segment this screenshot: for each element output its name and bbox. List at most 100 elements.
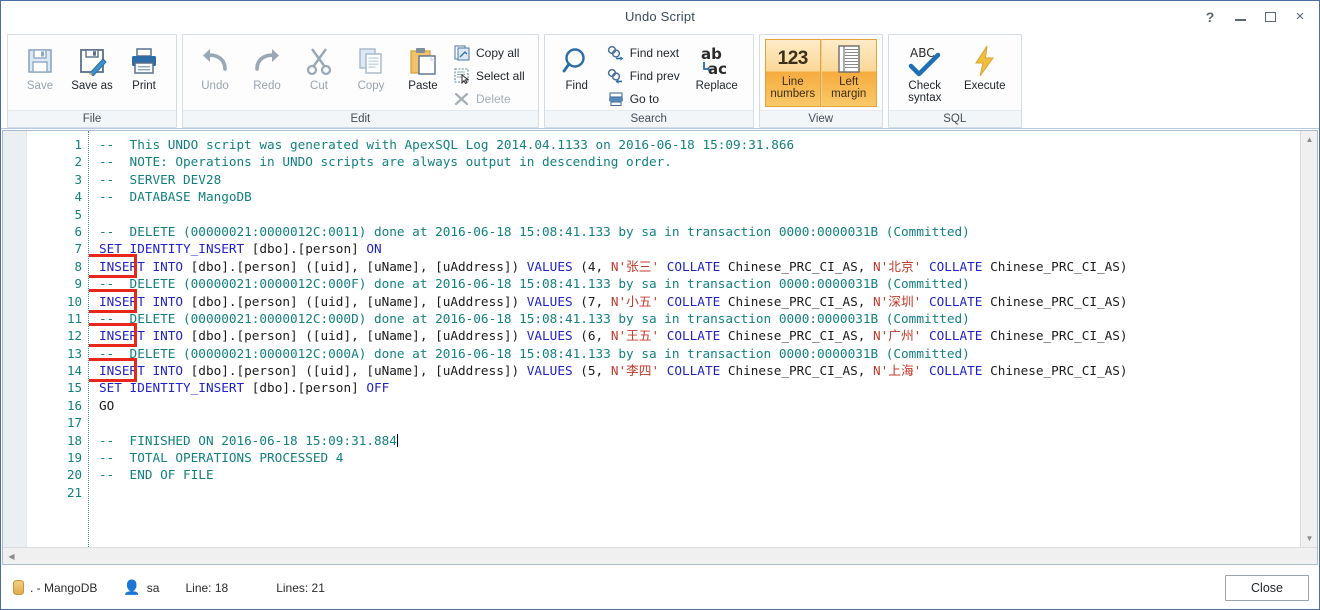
code-token-pl: (4, — [572, 258, 611, 274]
scroll-up-arrow-icon[interactable]: ▲ — [1301, 131, 1317, 148]
line-number: 16 — [66, 397, 82, 413]
cut-button-label: Cut — [310, 80, 328, 92]
replace-button[interactable]: ab ac Replace — [687, 39, 747, 93]
delete-icon — [453, 90, 471, 107]
find-prev-button-label: Find prev — [629, 68, 680, 83]
print-button[interactable]: Print — [118, 39, 170, 93]
ribbon-group-search: Find Find next Find prev Go to ab ac Rep… — [543, 34, 754, 128]
copy-all-button-label: Copy all — [476, 45, 520, 60]
line-number: 6 — [74, 223, 82, 239]
close-dialog-button[interactable]: Close — [1225, 574, 1309, 601]
magnifier-icon — [561, 43, 593, 79]
save-button-label: Save — [26, 80, 54, 92]
execute-button[interactable]: Execute — [955, 39, 1015, 93]
find-button[interactable]: Find — [551, 39, 603, 93]
ribbon-group-file-label: File — [8, 110, 176, 127]
save-icon — [25, 43, 55, 79]
code-token-pl: Chinese_PRC_CI_AS) — [982, 363, 1128, 379]
edit-small-buttons: Copy all Select all Delete — [449, 39, 532, 110]
copy-button[interactable]: Copy — [345, 39, 397, 93]
code-token-cm: -- DELETE (00000021:0000012C:000A) done … — [99, 345, 970, 361]
editor-vertical-scrollbar[interactable]: ▲ ▼ — [1300, 131, 1317, 547]
code-token-st: N'上海' — [873, 363, 922, 379]
execute-button-label: Execute — [963, 80, 1006, 92]
minimize-button[interactable] — [1225, 4, 1255, 30]
code-token-pl: Chinese_PRC_CI_AS, — [720, 258, 874, 274]
check-syntax-button[interactable]: ABC Check syntax — [895, 39, 955, 105]
find-next-button[interactable]: Find next — [603, 41, 687, 64]
code-token-pl: (7, — [572, 293, 611, 309]
ribbon-group-search-label: Search — [544, 110, 753, 127]
code-token-kw: SET IDENTITY_INSERT — [99, 380, 245, 396]
go-to-icon — [607, 90, 625, 107]
redo-button[interactable]: Redo — [241, 39, 293, 93]
code-token-pl: Chinese_PRC_CI_AS) — [982, 293, 1128, 309]
ribbon-toolbar: Save Save as Print File Undo Redo Cut Co… — [1, 32, 1319, 129]
help-button[interactable]: ? — [1195, 4, 1225, 30]
scroll-left-arrow-icon[interactable]: ◀ — [3, 547, 20, 564]
line-number: 14 — [66, 363, 82, 379]
cut-button[interactable]: Cut — [293, 39, 345, 93]
status-database-label: . - MangoDB — [30, 580, 98, 595]
code-token-st: N'王五' — [610, 328, 660, 344]
line-number: 7 — [74, 241, 82, 257]
code-token-kw: INSERT INTO — [99, 328, 184, 344]
window-controls: ? × — [1195, 1, 1315, 32]
find-prev-button[interactable]: Find prev — [603, 64, 687, 87]
line-numbers-toggle[interactable]: 123 Line numbers — [764, 39, 821, 107]
code-token-kw: VALUES — [526, 293, 573, 309]
code-token-kw: COLLATE — [666, 258, 721, 274]
code-token-pl: Chinese_PRC_CI_AS, — [720, 363, 874, 379]
editor-horizontal-scrollbar[interactable]: ◀ — [3, 547, 1317, 564]
left-margin-toggle[interactable]: Left margin — [820, 39, 877, 107]
code-token-kw: COLLATE — [666, 328, 721, 344]
select-all-button-label: Select all — [476, 68, 525, 83]
code-token-cm: -- DATABASE MangoDB — [99, 189, 252, 205]
undo-button[interactable]: Undo — [189, 39, 241, 93]
code-text-area[interactable]: -- This UNDO script was generated with A… — [89, 131, 1317, 547]
line-number: 1 — [74, 137, 82, 152]
database-icon — [13, 580, 24, 595]
close-window-button[interactable]: × — [1285, 4, 1315, 30]
code-line: INSERT INTO [dbo].[person] ([uid], [uNam… — [99, 327, 1317, 344]
question-mark-icon: ? — [1205, 8, 1215, 25]
code-token-kw: OFF — [366, 380, 390, 396]
code-token-kw: INSERT INTO — [99, 293, 184, 309]
code-token-pl: (6, — [572, 328, 611, 344]
save-as-button[interactable]: Save as — [66, 39, 118, 93]
ribbon-group-sql: ABC Check syntax Execute SQL — [887, 34, 1022, 128]
code-token-cm: -- SERVER DEV28 — [99, 171, 222, 187]
ribbon-group-edit-label: Edit — [183, 110, 538, 127]
select-all-button[interactable]: Select all — [449, 64, 532, 87]
code-line: GO — [99, 397, 1317, 414]
code-line: -- DELETE (00000021:0000012C:0011) done … — [99, 223, 1317, 240]
line-numbers-glyph: 123 — [777, 48, 809, 69]
line-number: 18 — [66, 432, 82, 448]
code-line: -- NOTE: Operations in UNDO scripts are … — [99, 153, 1317, 170]
go-to-button[interactable]: Go to — [603, 87, 687, 110]
code-token-kw: COLLATE — [666, 293, 721, 309]
delete-button[interactable]: Delete — [449, 87, 532, 110]
line-number: 11 — [66, 310, 82, 326]
line-number: 12 — [66, 328, 82, 344]
copy-all-button[interactable]: Copy all — [449, 41, 532, 64]
scroll-down-arrow-icon[interactable]: ▼ — [1301, 530, 1317, 547]
status-total-lines: Lines: 21 — [276, 580, 325, 595]
line-number: 21 — [66, 484, 82, 500]
code-line: -- This UNDO script was generated with A… — [99, 136, 1317, 153]
line-number: 10 — [66, 293, 82, 309]
ribbon-group-edit: Undo Redo Cut Copy Paste Copy all Select… — [182, 34, 539, 128]
code-token-kw: COLLATE — [928, 328, 983, 344]
code-token-cm: -- DELETE (00000021:0000012C:000F) done … — [99, 276, 970, 292]
paste-button[interactable]: Paste — [397, 39, 449, 93]
window-title: Undo Script — [624, 9, 696, 24]
maximize-button[interactable] — [1255, 4, 1285, 30]
left-margin-icon — [837, 42, 861, 76]
save-button[interactable]: Save — [14, 39, 66, 93]
title-bar: Undo Script ? × — [1, 1, 1319, 32]
line-number: 5 — [74, 206, 82, 222]
select-all-icon — [453, 67, 471, 84]
